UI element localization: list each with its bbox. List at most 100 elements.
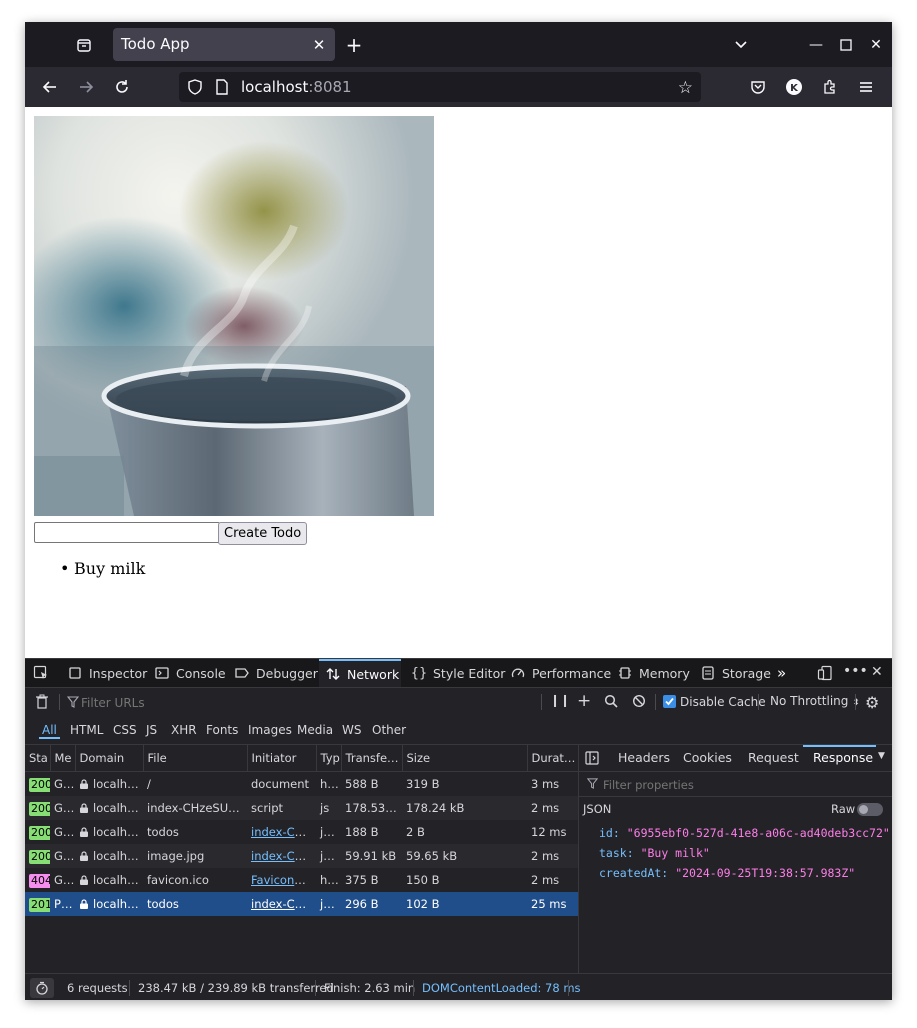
tab-strip: Todo App ✕ + — ✕	[25, 22, 892, 67]
cell-type: j…	[316, 844, 341, 868]
table-row[interactable]: 201 POS localh… todos index-CH… j… 296 B 102 B2…	[25, 892, 578, 916]
forward-arrow-icon[interactable]	[75, 76, 97, 98]
col-transferred[interactable]: Transfe…	[341, 745, 403, 772]
cell-initiator: FaviconL…	[247, 868, 316, 892]
table-row[interactable]: 404 GET localh… favicon.ico FaviconL… htm 375 …	[25, 868, 578, 892]
responsive-design-icon[interactable]	[817, 665, 833, 681]
initiator-link[interactable]: index-CH…	[251, 849, 315, 863]
filter-css[interactable]: CSS	[110, 723, 140, 737]
cell-status: 200	[25, 820, 50, 844]
create-todo-button[interactable]: Create Todo	[218, 522, 308, 545]
trash-icon[interactable]	[35, 694, 49, 710]
filter-xhr[interactable]: XHR	[168, 723, 200, 737]
filter-js[interactable]: JS	[143, 723, 160, 737]
shield-icon[interactable]	[187, 79, 203, 95]
tab-headers[interactable]: Headers	[618, 750, 670, 765]
tab-performance[interactable]: Performance	[510, 659, 611, 687]
tab-storage[interactable]: Storage	[700, 659, 771, 687]
back-arrow-icon[interactable]	[39, 76, 61, 98]
cell-file: image.jpg	[143, 844, 247, 868]
tab-console[interactable]: Console	[154, 659, 226, 687]
table-row[interactable]: 200 GET localh… / document htm 588 B 319 B3 ms	[25, 771, 578, 796]
tab-label: Network	[347, 666, 400, 682]
settings-gear-icon[interactable]: ⚙	[865, 693, 879, 712]
tab-response[interactable]: Response	[803, 745, 876, 771]
throttling-select[interactable]: No Throttling ⬍	[770, 694, 860, 708]
filter-other[interactable]: Other	[369, 723, 409, 737]
cell-file: index-CHzeSUL2.js	[143, 796, 247, 820]
table-row[interactable]: 200 GET localh… index-CHzeSUL2.js script js 17…	[25, 796, 578, 820]
dropdown-caret-icon[interactable]: ▼	[878, 751, 885, 761]
col-domain[interactable]: Domain	[75, 745, 144, 772]
maximize-icon[interactable]	[835, 34, 857, 56]
todo-input[interactable]	[34, 522, 220, 543]
element-picker-icon[interactable]	[33, 665, 49, 681]
url-text: localhost:8081	[241, 78, 352, 96]
tab-cookies[interactable]: Cookies	[683, 750, 732, 765]
filter-properties-input[interactable]	[601, 775, 885, 794]
tab-memory[interactable]: Memory	[617, 659, 690, 687]
initiator-link[interactable]: index-CH…	[251, 825, 315, 839]
filter-images[interactable]: Images	[245, 723, 295, 737]
more-options-icon[interactable]: •••	[843, 663, 868, 679]
reload-icon[interactable]	[111, 76, 133, 98]
cell-method: GET	[50, 796, 75, 820]
initiator-link[interactable]: FaviconL…	[251, 873, 312, 887]
tab-todo-app[interactable]: Todo App ✕	[113, 28, 335, 61]
url-bar[interactable]: localhost:8081 ☆	[179, 72, 701, 102]
filter-ws[interactable]: WS	[339, 723, 364, 737]
initiator-link[interactable]: index-CH…	[251, 897, 315, 911]
col-duration[interactable]: Durat…	[527, 745, 578, 772]
pocket-icon[interactable]	[747, 76, 769, 98]
todo-item: Buy milk	[60, 559, 145, 578]
tab-inspector[interactable]: Inspector	[67, 659, 147, 687]
toggle-sidebar-icon[interactable]	[585, 751, 599, 765]
steaming-mug-photo	[34, 116, 434, 516]
cell-duration: 2 ms	[527, 796, 578, 820]
col-method[interactable]: Me	[50, 745, 76, 772]
raw-toggle[interactable]	[857, 803, 883, 816]
tab-request[interactable]: Request	[748, 750, 799, 765]
col-initiator[interactable]: Initiator	[247, 745, 317, 772]
json-row-createdat: createdAt: "2024-09-25T19:38:57.983Z"	[599, 866, 855, 880]
page-icon[interactable]	[215, 79, 229, 95]
tab-network[interactable]: Network	[319, 659, 401, 687]
new-tab-icon[interactable]: +	[343, 33, 365, 57]
bookmark-star-icon[interactable]: ☆	[678, 78, 693, 98]
account-avatar-icon[interactable]: K	[783, 76, 805, 98]
stopwatch-icon[interactable]	[30, 978, 54, 998]
memory-icon	[617, 665, 633, 681]
tab-style-editor[interactable]: {} Style Editor	[411, 659, 506, 687]
col-size[interactable]: Size	[402, 745, 528, 772]
tab-debugger[interactable]: Debugger	[234, 659, 318, 687]
filter-all[interactable]: All	[39, 723, 60, 739]
search-icon[interactable]	[604, 694, 618, 708]
close-devtools-icon[interactable]: ✕	[871, 664, 883, 680]
table-row[interactable]: 200 GET localh… image.jpg index-CH… j… 59.91 k…	[25, 844, 578, 868]
filter-fonts[interactable]: Fonts	[203, 723, 241, 737]
close-window-icon[interactable]: ✕	[865, 34, 887, 56]
add-request-icon[interactable]: +	[577, 691, 591, 711]
disable-cache-checkbox[interactable]	[663, 695, 676, 708]
filter-media[interactable]: Media	[294, 723, 336, 737]
menu-icon[interactable]	[855, 76, 877, 98]
firefox-view-icon[interactable]	[73, 34, 95, 56]
minimize-icon[interactable]: —	[805, 34, 827, 56]
extensions-icon[interactable]	[819, 76, 841, 98]
block-icon[interactable]	[632, 694, 646, 708]
table-row[interactable]: 200 GET localh… todos index-CH… j… 188 B2 B 12 …	[25, 820, 578, 844]
divider	[855, 694, 856, 710]
col-status[interactable]: Sta	[25, 745, 51, 772]
filter-urls-input[interactable]	[79, 693, 533, 713]
filter-html[interactable]: HTML	[67, 723, 106, 737]
todo-list: Buy milk	[60, 559, 145, 578]
cell-size: 178.24 kB	[402, 796, 527, 820]
more-tools-icon[interactable]: »	[777, 664, 786, 682]
transferred-total: 238.47 kB / 239.89 kB transferred	[138, 981, 334, 995]
col-file[interactable]: File	[143, 745, 248, 772]
col-type[interactable]: Typ	[316, 745, 342, 772]
close-tab-icon[interactable]: ✕	[309, 35, 329, 55]
pause-icon[interactable]: ❙❙	[550, 693, 570, 707]
chevron-down-icon[interactable]	[730, 34, 752, 56]
domain-text: localh…	[93, 777, 139, 791]
